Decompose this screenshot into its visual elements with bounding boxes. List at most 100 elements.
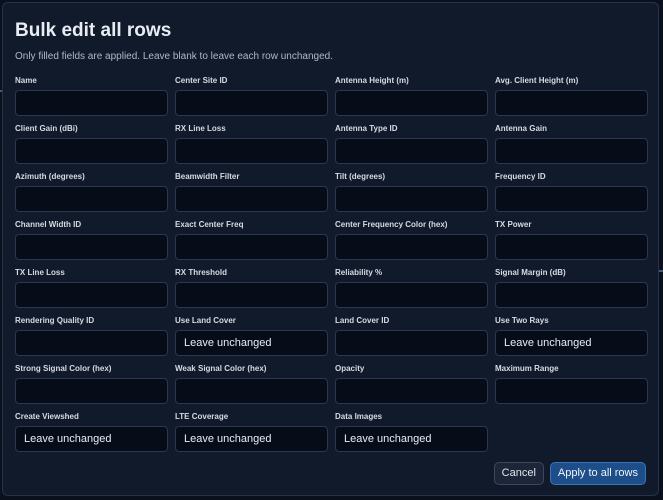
name-input[interactable] (15, 90, 168, 116)
antenna-height-input[interactable] (335, 90, 488, 116)
frequency-id-input[interactable] (495, 186, 648, 212)
field-avg-client-height: Avg. Client Height (m) (495, 73, 648, 121)
antenna-gain-label: Antenna Gain (495, 124, 548, 133)
dialog-actions: Cancel Apply to all rows (493, 462, 646, 485)
client-gain-label: Client Gain (dBi) (15, 124, 78, 133)
beamwidth-filter-label: Beamwidth Filter (175, 172, 240, 181)
land-cover-id-label: Land Cover ID (335, 316, 390, 325)
rendering-quality-id-input[interactable] (15, 330, 168, 356)
field-antenna-gain: Antenna Gain (495, 121, 648, 169)
center-frequency-color-label: Center Frequency Color (hex) (335, 220, 448, 229)
field-data-images: Data Images Leave unchanged (335, 409, 488, 457)
rx-threshold-input[interactable] (175, 282, 328, 308)
use-two-rays-label: Use Two Rays (495, 316, 549, 325)
bulk-edit-dialog: Bulk edit all rows Only filled fields ar… (2, 2, 659, 496)
field-opacity: Opacity (335, 361, 488, 409)
avg-client-height-input[interactable] (495, 90, 648, 116)
azimuth-input[interactable] (15, 186, 168, 212)
rx-line-loss-input[interactable] (175, 138, 328, 164)
field-antenna-type-id: Antenna Type ID (335, 121, 488, 169)
weak-signal-color-label: Weak Signal Color (hex) (175, 364, 267, 373)
field-rx-line-loss: RX Line Loss (175, 121, 328, 169)
reliability-input[interactable] (335, 282, 488, 308)
avg-client-height-label: Avg. Client Height (m) (495, 76, 579, 85)
center-site-id-label: Center Site ID (175, 76, 228, 85)
tilt-input[interactable] (335, 186, 488, 212)
field-client-gain: Client Gain (dBi) (15, 121, 168, 169)
use-land-cover-select[interactable]: Leave unchanged (175, 330, 328, 356)
signal-margin-label: Signal Margin (dB) (495, 268, 566, 277)
field-reliability: Reliability % (335, 265, 488, 313)
reliability-label: Reliability % (335, 268, 383, 277)
channel-width-id-input[interactable] (15, 234, 168, 260)
use-two-rays-select[interactable]: Leave unchanged (495, 330, 648, 356)
field-use-two-rays: Use Two Rays Leave unchanged (495, 313, 648, 361)
antenna-height-label: Antenna Height (m) (335, 76, 409, 85)
field-tx-power: TX Power (495, 217, 648, 265)
center-site-id-input[interactable] (175, 90, 328, 116)
antenna-type-id-label: Antenna Type ID (335, 124, 398, 133)
apply-to-all-rows-button[interactable]: Apply to all rows (549, 462, 646, 485)
fields-grid: Name Center Site ID Antenna Height (m) Avg.… (15, 73, 648, 457)
azimuth-label: Azimuth (degrees) (15, 172, 85, 181)
field-tx-line-loss: TX Line Loss (15, 265, 168, 313)
field-frequency-id: Frequency ID (495, 169, 648, 217)
frequency-id-label: Frequency ID (495, 172, 546, 181)
opacity-label: Opacity (335, 364, 365, 373)
maximum-range-input[interactable] (495, 378, 648, 404)
field-use-land-cover: Use Land Cover Leave unchanged (175, 313, 328, 361)
client-gain-input[interactable] (15, 138, 168, 164)
field-center-frequency-color: Center Frequency Color (hex) (335, 217, 488, 265)
weak-signal-color-input[interactable] (175, 378, 328, 404)
rx-line-loss-label: RX Line Loss (175, 124, 226, 133)
dialog-subtitle: Only filled fields are applied. Leave bl… (15, 51, 333, 62)
data-images-label: Data Images (335, 412, 383, 421)
tilt-label: Tilt (degrees) (335, 172, 386, 181)
center-frequency-color-input[interactable] (335, 234, 488, 260)
field-create-viewshed: Create Viewshed Leave unchanged (15, 409, 168, 457)
exact-center-freq-label: Exact Center Freq (175, 220, 244, 229)
maximum-range-label: Maximum Range (495, 364, 559, 373)
field-strong-signal-color: Strong Signal Color (hex) (15, 361, 168, 409)
lte-coverage-select[interactable]: Leave unchanged (175, 426, 328, 452)
field-signal-margin: Signal Margin (dB) (495, 265, 648, 313)
land-cover-id-input[interactable] (335, 330, 488, 356)
create-viewshed-select[interactable]: Leave unchanged (15, 426, 168, 452)
exact-center-freq-input[interactable] (175, 234, 328, 260)
tx-power-label: TX Power (495, 220, 532, 229)
rendering-quality-id-label: Rendering Quality ID (15, 316, 95, 325)
strong-signal-color-input[interactable] (15, 378, 168, 404)
field-lte-coverage: LTE Coverage Leave unchanged (175, 409, 328, 457)
field-beamwidth-filter: Beamwidth Filter (175, 169, 328, 217)
field-rendering-quality-id: Rendering Quality ID (15, 313, 168, 361)
rx-threshold-label: RX Threshold (175, 268, 228, 277)
field-tilt: Tilt (degrees) (335, 169, 488, 217)
field-azimuth: Azimuth (degrees) (15, 169, 168, 217)
beamwidth-filter-input[interactable] (175, 186, 328, 212)
field-name: Name (15, 73, 168, 121)
antenna-gain-input[interactable] (495, 138, 648, 164)
opacity-input[interactable] (335, 378, 488, 404)
cancel-button[interactable]: Cancel (493, 462, 544, 485)
field-center-site-id: Center Site ID (175, 73, 328, 121)
strong-signal-color-label: Strong Signal Color (hex) (15, 364, 112, 373)
data-images-select[interactable]: Leave unchanged (335, 426, 488, 452)
field-weak-signal-color: Weak Signal Color (hex) (175, 361, 328, 409)
field-rx-threshold: RX Threshold (175, 265, 328, 313)
antenna-type-id-input[interactable] (335, 138, 488, 164)
signal-margin-input[interactable] (495, 282, 648, 308)
channel-width-id-label: Channel Width ID (15, 220, 82, 229)
lte-coverage-label: LTE Coverage (175, 412, 229, 421)
dialog-title: Bulk edit all rows (15, 20, 172, 41)
field-land-cover-id: Land Cover ID (335, 313, 488, 361)
field-antenna-height: Antenna Height (m) (335, 73, 488, 121)
field-channel-width-id: Channel Width ID (15, 217, 168, 265)
tx-line-loss-input[interactable] (15, 282, 168, 308)
field-maximum-range: Maximum Range (495, 361, 648, 409)
tx-power-input[interactable] (495, 234, 648, 260)
field-exact-center-freq: Exact Center Freq (175, 217, 328, 265)
create-viewshed-label: Create Viewshed (15, 412, 79, 421)
name-label: Name (15, 76, 37, 85)
use-land-cover-label: Use Land Cover (175, 316, 236, 325)
tx-line-loss-label: TX Line Loss (15, 268, 65, 277)
